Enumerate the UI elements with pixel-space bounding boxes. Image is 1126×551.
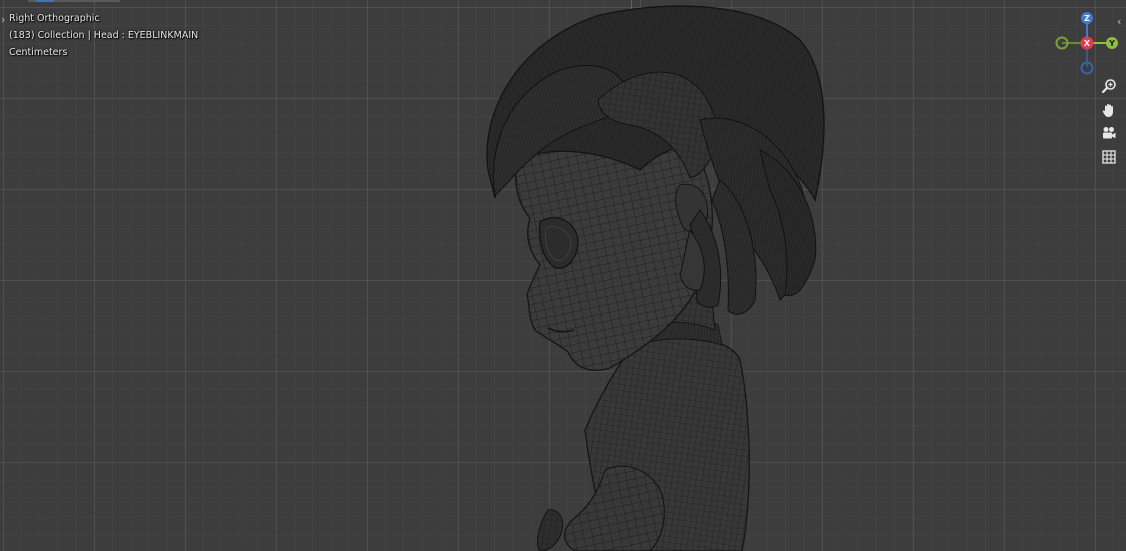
collection-info-label: (183) Collection | Head : EYEBLINKMAIN: [9, 30, 199, 41]
hand-icon: [1102, 104, 1113, 117]
character-wireframe-mesh[interactable]: [0, 0, 1126, 551]
gizmo-z-label: Z: [1084, 14, 1090, 23]
zoom-icon: [1101, 79, 1116, 94]
zoom-button[interactable]: [1097, 75, 1121, 97]
gizmo-y-label: Y: [1108, 39, 1115, 48]
3d-viewport[interactable]: Right Orthographic (183) Collection | He…: [0, 0, 1126, 551]
gizmo-x-label: X: [1084, 39, 1091, 48]
camera-view-button[interactable]: [1097, 122, 1121, 144]
grid-icon: [1102, 150, 1116, 164]
pan-button[interactable]: [1097, 99, 1121, 121]
units-label: Centimeters: [9, 47, 68, 58]
camera-icon: [1103, 127, 1116, 139]
view-name-label: Right Orthographic: [9, 13, 100, 24]
navigation-gizmo[interactable]: Z Y X: [1050, 8, 1124, 80]
toolbar-expand-chevron-icon[interactable]: ›: [1, 14, 5, 25]
orthographic-toggle-button[interactable]: [1097, 146, 1121, 168]
